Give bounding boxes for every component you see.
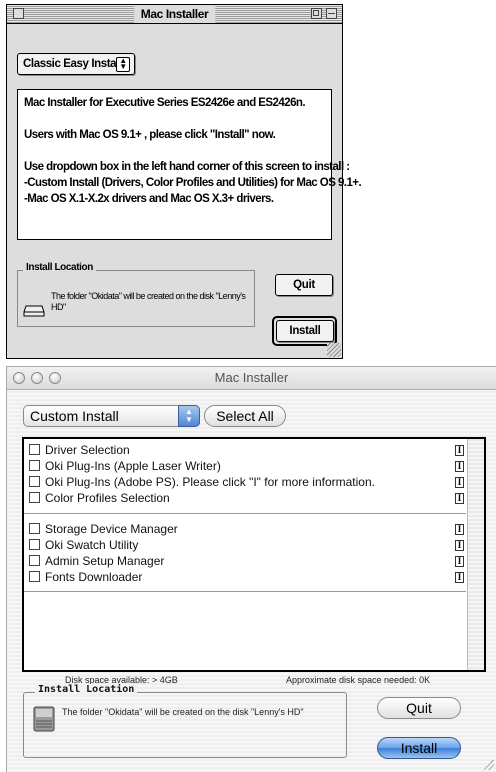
list-item[interactable]: Oki Plug-Ins (Adobe PS). Please click "I… bbox=[27, 475, 375, 490]
checkbox[interactable] bbox=[29, 539, 40, 551]
group-separator bbox=[24, 513, 466, 514]
checkbox[interactable] bbox=[29, 444, 40, 456]
component-list: Driver Selection I Oki Plug-Ins (Apple L… bbox=[22, 437, 486, 672]
list-item-label: Oki Plug-Ins (Apple Laser Writer) bbox=[45, 459, 221, 473]
list-item-label: Storage Device Manager bbox=[45, 522, 178, 536]
install-type-popup[interactable]: Classic Easy Install ▲ ▼ bbox=[17, 53, 135, 75]
classic-title-bar[interactable]: Mac Installer bbox=[7, 5, 342, 24]
checkbox[interactable] bbox=[29, 476, 40, 488]
instructions-textbox: Mac Installer for Executive Series ES242… bbox=[17, 89, 362, 240]
install-location-text: The folder "Okidata" will be created on … bbox=[51, 291, 246, 312]
list-item[interactable]: Color Profiles Selection bbox=[27, 491, 170, 506]
info-icon[interactable]: I bbox=[455, 477, 464, 488]
resize-grip-icon[interactable] bbox=[484, 760, 494, 770]
install-location-label: Install Location bbox=[35, 684, 138, 695]
checkbox[interactable] bbox=[29, 460, 40, 472]
install-button[interactable]: Install bbox=[377, 737, 461, 759]
group-separator bbox=[24, 591, 466, 592]
checkbox[interactable] bbox=[29, 555, 40, 567]
install-location-label: Install Location bbox=[23, 262, 96, 273]
checkbox[interactable] bbox=[29, 571, 40, 583]
list-item-label: Driver Selection bbox=[45, 443, 130, 457]
instruction-line: Users with Mac OS 9.1+ , please click "I… bbox=[24, 129, 276, 141]
window-title: Mac Installer bbox=[133, 5, 216, 23]
instruction-line: Use dropdown box in the left hand corner… bbox=[24, 161, 350, 173]
list-item[interactable]: Oki Swatch Utility bbox=[27, 538, 138, 553]
popup-arrows-icon: ▲ ▼ bbox=[178, 405, 200, 427]
close-box-icon[interactable] bbox=[13, 8, 24, 19]
hard-disk-icon bbox=[23, 305, 45, 317]
list-item[interactable]: Fonts Downloader bbox=[27, 570, 142, 585]
zoom-box-icon[interactable] bbox=[311, 8, 322, 19]
list-item-label: Oki Swatch Utility bbox=[45, 538, 139, 552]
classic-installer-window: Mac Installer Classic Easy Install ▲ ▼ Ma… bbox=[6, 4, 362, 359]
install-location-text: The folder "Okidata" will be created on … bbox=[62, 707, 304, 717]
quit-button[interactable]: Quit bbox=[377, 697, 461, 719]
aqua-title-bar[interactable]: Mac Installer bbox=[7, 367, 496, 390]
info-icon[interactable]: I bbox=[455, 524, 464, 535]
install-type-popup[interactable]: Custom Install ▲ ▼ bbox=[23, 405, 200, 427]
install-location-group bbox=[23, 692, 347, 758]
install-type-value: Custom Install bbox=[30, 408, 119, 424]
info-icon[interactable]: I bbox=[455, 493, 464, 504]
aqua-installer-window: Mac Installer Custom Install ▲ ▼ Select A… bbox=[6, 366, 496, 772]
select-all-button[interactable]: Select All bbox=[204, 405, 286, 427]
info-icon[interactable]: I bbox=[455, 445, 464, 456]
instruction-line: -Mac OS X.1-X.2x drivers and Mac OS X.3+… bbox=[24, 193, 274, 205]
install-button[interactable]: Install bbox=[276, 320, 334, 342]
list-item-label: Color Profiles Selection bbox=[45, 491, 170, 505]
hard-disk-icon bbox=[33, 706, 55, 732]
popup-arrows-icon: ▲ ▼ bbox=[116, 57, 130, 72]
list-item-label: Fonts Downloader bbox=[45, 570, 143, 584]
instruction-line: Mac Installer for Executive Series ES242… bbox=[24, 97, 306, 109]
instruction-line: -Custom Install (Drivers, Color Profiles… bbox=[24, 177, 362, 189]
install-type-value: Classic Easy Install bbox=[23, 58, 122, 70]
collapse-box-icon[interactable] bbox=[326, 8, 337, 19]
list-item-label: Oki Plug-Ins (Adobe PS). Please click "I… bbox=[45, 475, 375, 489]
info-icon[interactable]: I bbox=[455, 461, 464, 472]
window-title: Mac Installer bbox=[214, 370, 289, 385]
resize-grip-icon[interactable] bbox=[327, 343, 341, 357]
info-icon[interactable]: I bbox=[455, 556, 464, 567]
info-icon[interactable]: I bbox=[455, 572, 464, 583]
list-item[interactable]: Admin Setup Manager bbox=[27, 554, 164, 569]
list-item[interactable]: Oki Plug-Ins (Apple Laser Writer) bbox=[27, 459, 221, 474]
info-icon[interactable]: I bbox=[455, 540, 464, 551]
checkbox[interactable] bbox=[29, 523, 40, 535]
quit-button[interactable]: Quit bbox=[275, 274, 333, 296]
list-item[interactable]: Storage Device Manager bbox=[27, 522, 178, 537]
list-scrollbar[interactable] bbox=[467, 439, 484, 670]
list-item[interactable]: Driver Selection bbox=[27, 443, 130, 458]
list-item-label: Admin Setup Manager bbox=[45, 554, 165, 568]
disk-space-needed: Approximate disk space needed: 0K bbox=[286, 675, 431, 685]
checkbox[interactable] bbox=[29, 492, 40, 504]
